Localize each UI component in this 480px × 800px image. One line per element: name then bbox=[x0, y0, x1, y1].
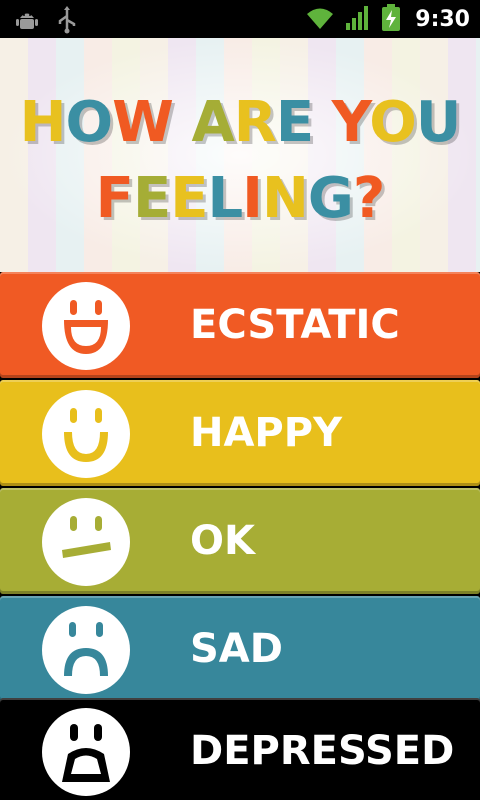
mood-label-sad: SAD bbox=[190, 626, 283, 672]
title-space bbox=[173, 90, 192, 155]
usb-icon bbox=[56, 6, 78, 38]
header: HOW ARE YOU FEELING? bbox=[0, 38, 480, 272]
mood-button-depressed[interactable]: DEPRESSED bbox=[0, 698, 480, 800]
title-letter: O bbox=[65, 90, 114, 155]
mood-label-depressed: DEPRESSED bbox=[190, 728, 455, 774]
title-space bbox=[313, 90, 332, 155]
title-letter: L bbox=[207, 166, 243, 231]
mood-button-ok[interactable]: OK bbox=[0, 488, 480, 594]
neutral-face-icon bbox=[42, 498, 130, 586]
clock: 9:30 bbox=[415, 7, 470, 32]
title-letter: ? bbox=[352, 166, 386, 231]
mood-label-ecstatic: ECSTATIC bbox=[190, 302, 400, 348]
title-letter: O bbox=[369, 90, 417, 155]
title-letter: U bbox=[415, 90, 461, 155]
depressed-face-icon bbox=[42, 708, 130, 796]
title-letter: R bbox=[233, 90, 277, 155]
status-bar: 9:30 bbox=[0, 0, 480, 38]
title-letter: W bbox=[112, 90, 174, 155]
ecstatic-face-icon bbox=[42, 282, 130, 370]
signal-icon bbox=[345, 5, 371, 35]
title-letter: G bbox=[307, 166, 354, 231]
page-title-line1: HOW ARE YOU bbox=[0, 90, 480, 155]
battery-charging-icon bbox=[381, 4, 401, 36]
title-letter: I bbox=[242, 166, 263, 231]
wifi-icon bbox=[305, 5, 335, 35]
title-letter: F bbox=[95, 166, 134, 231]
title-letter: N bbox=[262, 166, 309, 231]
page-title-line2: FEELING? bbox=[0, 166, 480, 231]
title-letter: E bbox=[132, 166, 171, 231]
happy-face-icon bbox=[42, 390, 130, 478]
title-letter: H bbox=[19, 90, 67, 155]
sad-face-icon bbox=[42, 606, 130, 694]
mood-button-sad[interactable]: SAD bbox=[0, 596, 480, 702]
mood-label-ok: OK bbox=[190, 518, 255, 564]
android-debug-icon bbox=[14, 7, 40, 37]
title-letter: E bbox=[275, 90, 314, 155]
mood-label-happy: HAPPY bbox=[190, 410, 343, 456]
mood-button-ecstatic[interactable]: ECSTATIC bbox=[0, 272, 480, 378]
mood-button-happy[interactable]: HAPPY bbox=[0, 380, 480, 486]
title-letter: Y bbox=[331, 90, 371, 155]
title-letter: E bbox=[170, 166, 208, 231]
title-letter: A bbox=[191, 90, 234, 155]
